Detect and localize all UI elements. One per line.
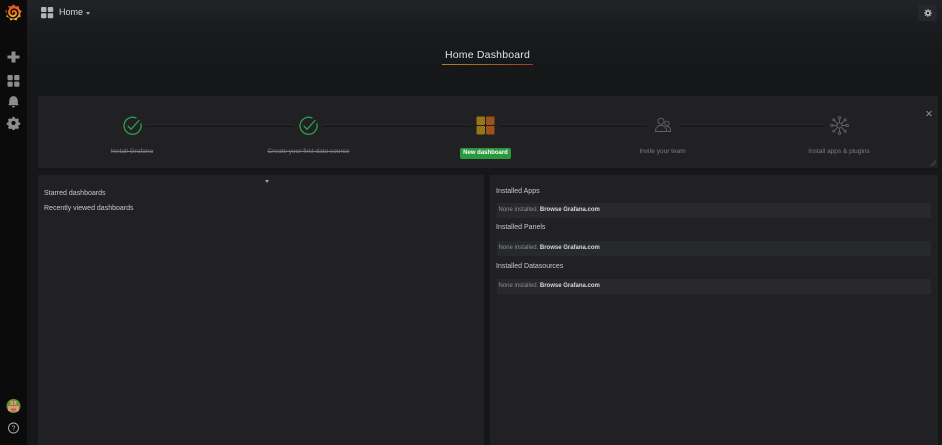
svg-text:?: ? <box>12 425 16 432</box>
